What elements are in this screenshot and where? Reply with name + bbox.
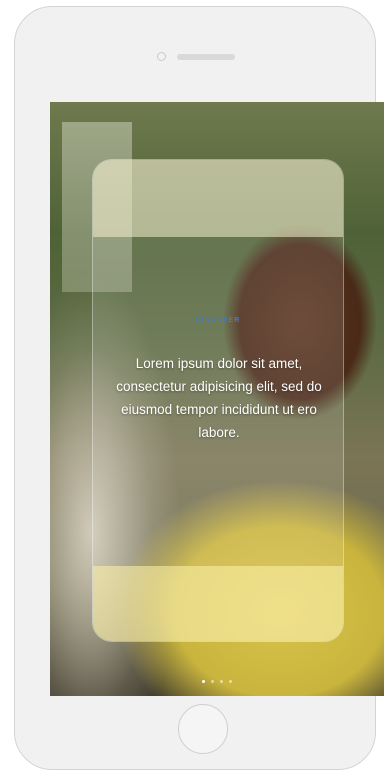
phone-frame: DISCOVER Lorem ipsum dolor sit amet, con… — [14, 6, 384, 770]
card-header-band — [93, 160, 343, 237]
slide-label: DISCOVER — [195, 317, 241, 324]
onboarding-card[interactable]: DISCOVER Lorem ipsum dolor sit amet, con… — [92, 159, 344, 642]
slide-description: Lorem ipsum dolor sit amet, consectetur … — [116, 356, 322, 440]
earpiece-speaker — [177, 54, 235, 60]
pagination-dot[interactable] — [211, 680, 214, 683]
pagination-dot[interactable] — [229, 680, 232, 683]
card-footer-band — [93, 566, 343, 641]
pagination-dot[interactable] — [202, 680, 205, 683]
pagination-dot[interactable] — [220, 680, 223, 683]
home-button[interactable] — [178, 704, 228, 754]
onboarding-screen[interactable]: DISCOVER Lorem ipsum dolor sit amet, con… — [50, 102, 384, 696]
front-camera-icon — [157, 52, 166, 61]
pagination-dots — [50, 680, 384, 683]
